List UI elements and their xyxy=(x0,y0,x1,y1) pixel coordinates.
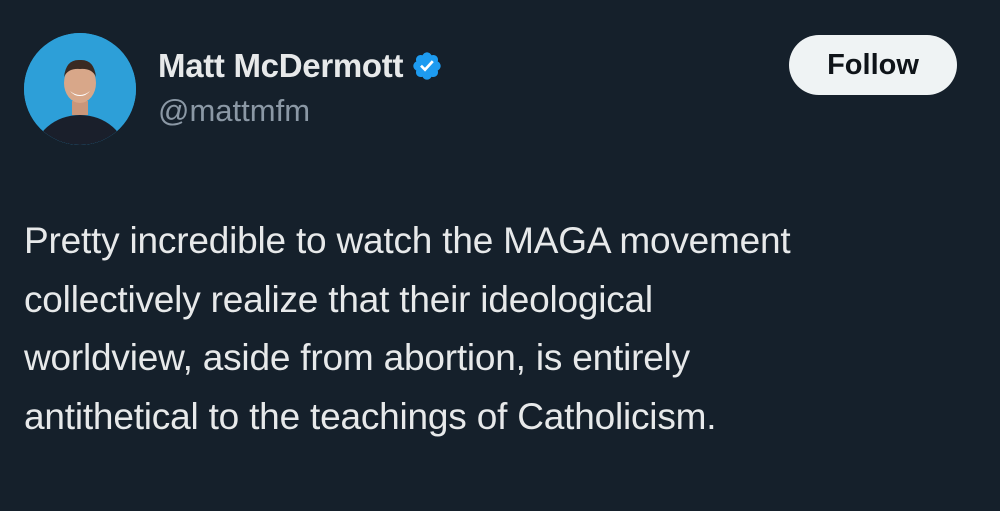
tweet-card: Matt McDermott @mattmfm Follow Pretty in… xyxy=(0,0,1000,511)
tweet-text-line: antithetical to the teachings of Catholi… xyxy=(24,395,717,437)
tweet-text-line: Pretty incredible to watch the MAGA move… xyxy=(24,220,791,261)
avatar[interactable] xyxy=(24,33,136,145)
author-handle[interactable]: @mattmfm xyxy=(158,93,310,129)
tweet-text-line: worldview, aside from abortion, is entir… xyxy=(24,337,690,378)
verified-badge-icon[interactable] xyxy=(411,50,443,82)
avatar-image xyxy=(24,33,136,145)
follow-button[interactable]: Follow xyxy=(789,35,957,95)
author-display-name[interactable]: Matt McDermott xyxy=(158,47,403,85)
tweet-text-line: collectively realize that their ideologi… xyxy=(24,278,653,320)
tweet-text: Pretty incredible to watch the MAGA move… xyxy=(24,212,974,446)
author-name-row: Matt McDermott xyxy=(158,44,443,88)
